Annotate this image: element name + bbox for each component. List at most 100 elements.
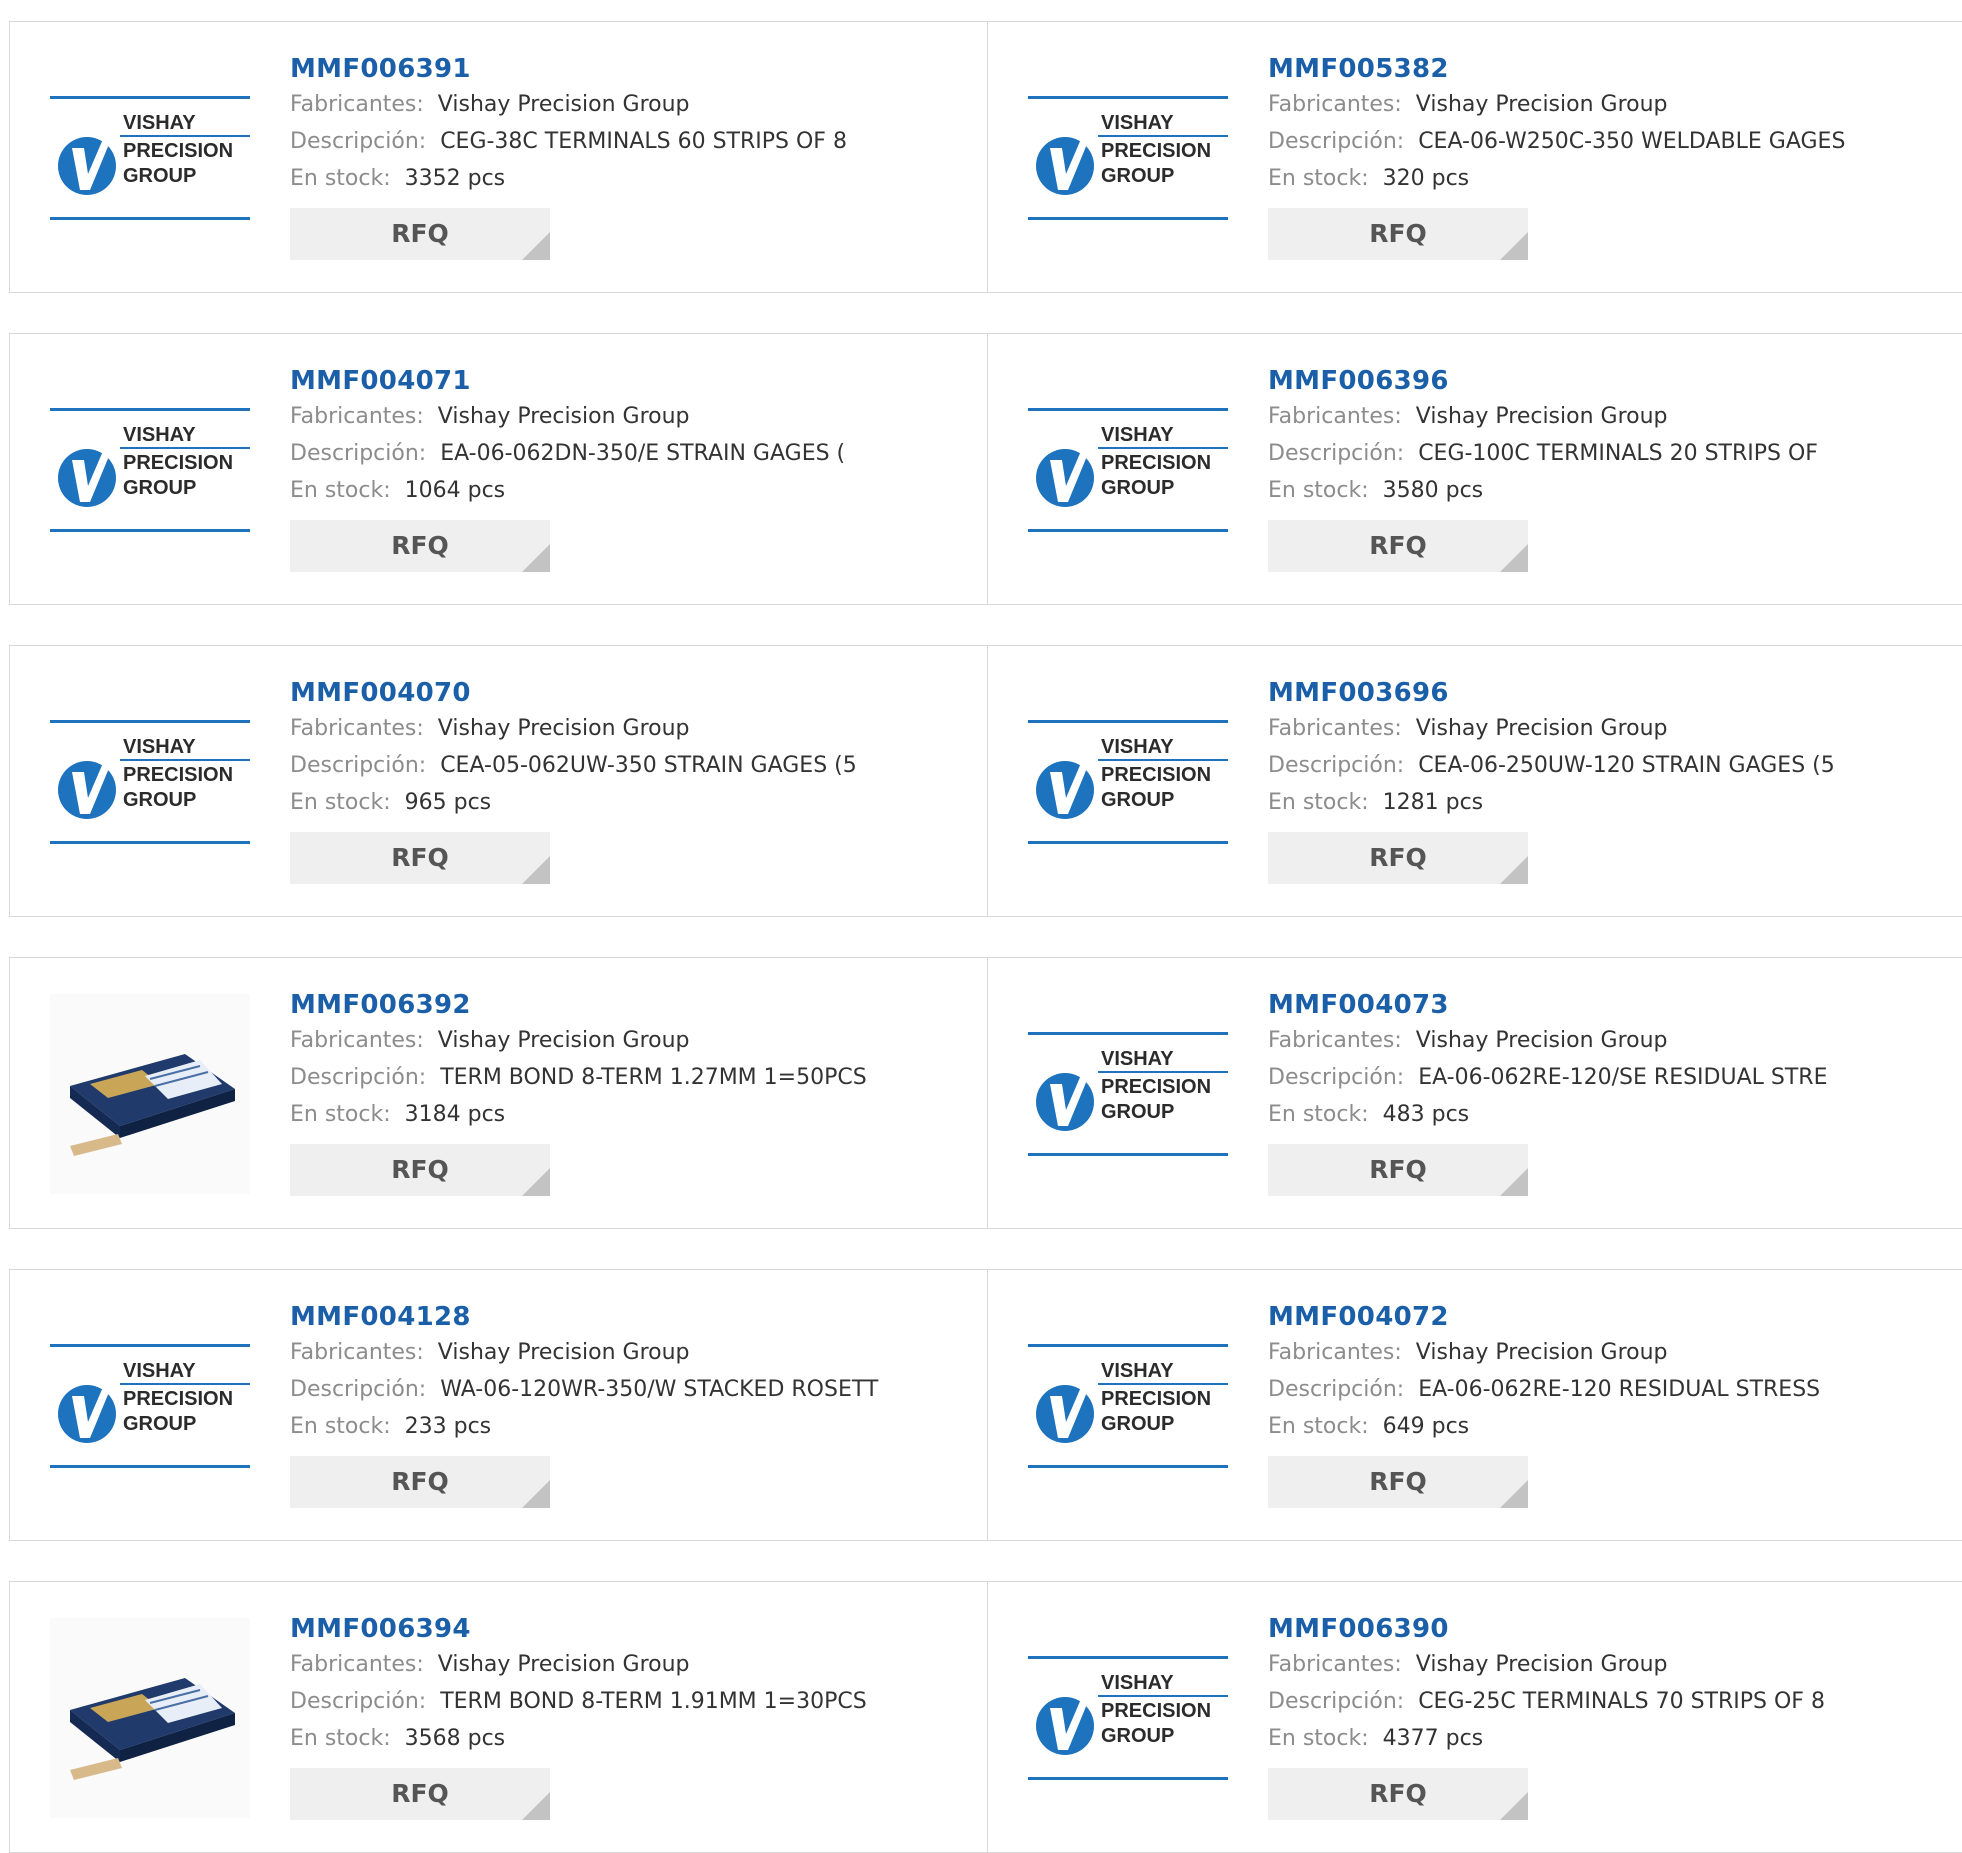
stock-line: En stock: 1281 pcs [1268,784,1938,821]
product-thumbnail[interactable]: VISHAY PRECISION GROUP [1028,370,1228,570]
stock-value: 1064 pcs [404,478,506,503]
rfq-button[interactable]: RFQ [1268,832,1528,884]
description-label: Descripción: [1268,1065,1405,1090]
svg-text:PRECISION: PRECISION [123,1388,233,1410]
rfq-button[interactable]: RFQ [1268,208,1528,260]
manufacturer-value: Vishay Precision Group [1415,1652,1668,1677]
description-value: EA-06-062RE-120 RESIDUAL STRESS [1418,1377,1821,1402]
description-value: WA-06-120WR-350/W STACKED ROSETT [440,1377,879,1402]
stock-value: 3580 pcs [1382,478,1484,503]
part-number-link[interactable]: MMF006394 [290,1612,960,1646]
rfq-button[interactable]: RFQ [290,1144,550,1196]
manufacturer-label: Fabricantes: [1268,404,1402,429]
description-line: Descripción: WA-06-120WR-350/W STACKED RO… [290,1371,960,1408]
product-thumbnail[interactable]: VISHAY PRECISION GROUP [1028,682,1228,882]
stock-label: En stock: [1268,1102,1369,1127]
svg-text:VISHAY: VISHAY [1101,1672,1174,1694]
part-number-link[interactable]: MMF005382 [1268,52,1938,86]
manufacturer-value: Vishay Precision Group [1415,716,1668,741]
rfq-button[interactable]: RFQ [290,832,550,884]
svg-text:GROUP: GROUP [1101,1413,1174,1435]
product-card: VISHAY PRECISION GROUP MMF004128 Fabrican… [10,1270,988,1540]
description-label: Descripción: [1268,1689,1405,1714]
description-label: Descripción: [290,753,427,778]
stock-value: 233 pcs [404,1414,492,1439]
manufacturer-value: Vishay Precision Group [1415,1340,1668,1365]
product-row: VISHAY PRECISION GROUP MMF004128 Fabrican… [9,1269,1962,1541]
stock-value: 1281 pcs [1382,790,1484,815]
rfq-button[interactable]: RFQ [290,1456,550,1508]
svg-text:PRECISION: PRECISION [1101,140,1211,162]
description-line: Descripción: CEG-38C TERMINALS 60 STRIPS … [290,123,960,160]
part-number-link[interactable]: MMF004071 [290,364,960,398]
rfq-button[interactable]: RFQ [290,1768,550,1820]
rfq-button[interactable]: RFQ [1268,1144,1528,1196]
description-line: Descripción: CEA-06-250UW-120 STRAIN GAGE… [1268,747,1938,784]
part-number-link[interactable]: MMF003696 [1268,676,1938,710]
product-thumbnail[interactable] [50,994,250,1194]
stock-line: En stock: 483 pcs [1268,1096,1938,1133]
description-line: Descripción: CEA-05-062UW-350 STRAIN GAGE… [290,747,960,784]
svg-text:PRECISION: PRECISION [1101,452,1211,474]
rfq-button[interactable]: RFQ [290,520,550,572]
product-thumbnail[interactable] [50,1618,250,1818]
part-number-link[interactable]: MMF004128 [290,1300,960,1334]
manufacturer-line: Fabricantes: Vishay Precision Group [290,710,960,747]
part-number-link[interactable]: MMF004072 [1268,1300,1938,1334]
part-number-link[interactable]: MMF006391 [290,52,960,86]
rfq-button[interactable]: RFQ [1268,1768,1528,1820]
rfq-button[interactable]: RFQ [1268,1456,1528,1508]
svg-text:PRECISION: PRECISION [1101,764,1211,786]
product-thumbnail[interactable]: VISHAY PRECISION GROUP [50,682,250,882]
part-number-link[interactable]: MMF004073 [1268,988,1938,1022]
description-label: Descripción: [290,1689,427,1714]
manufacturer-label: Fabricantes: [290,1340,424,1365]
description-label: Descripción: [290,1065,427,1090]
part-number-link[interactable]: MMF004070 [290,676,960,710]
description-line: Descripción: TERM BOND 8-TERM 1.27MM 1=50… [290,1059,960,1096]
stock-line: En stock: 649 pcs [1268,1408,1938,1445]
description-line: Descripción: EA-06-062RE-120 RESIDUAL STR… [1268,1371,1938,1408]
stock-label: En stock: [290,166,391,191]
description-value: CEG-38C TERMINALS 60 STRIPS OF 8 [440,129,847,154]
product-row: VISHAY PRECISION GROUP MMF004071 Fabrican… [9,333,1962,605]
manufacturer-label: Fabricantes: [290,1028,424,1053]
product-row: MMF006394 Fabricantes: Vishay Precision Gr… [9,1581,1962,1853]
product-thumbnail[interactable]: VISHAY PRECISION GROUP [1028,58,1228,258]
stock-label: En stock: [1268,1726,1369,1751]
svg-text:GROUP: GROUP [1101,1725,1174,1747]
product-thumbnail[interactable]: VISHAY PRECISION GROUP [1028,1306,1228,1506]
product-thumbnail[interactable]: VISHAY PRECISION GROUP [1028,994,1228,1194]
vpg-logo: VISHAY PRECISION GROUP [1028,1032,1228,1156]
product-thumbnail[interactable]: VISHAY PRECISION GROUP [50,1306,250,1506]
description-line: Descripción: EA-06-062DN-350/E STRAIN GAG… [290,435,960,472]
product-info: MMF006394 Fabricantes: Vishay Precision Gr… [290,1612,960,1820]
svg-text:PRECISION: PRECISION [123,452,233,474]
product-card: MMF006392 Fabricantes: Vishay Precision Gr… [10,958,988,1228]
stock-line: En stock: 965 pcs [290,784,960,821]
description-line: Descripción: EA-06-062RE-120/SE RESIDUAL … [1268,1059,1938,1096]
product-thumbnail[interactable]: VISHAY PRECISION GROUP [50,370,250,570]
svg-text:VISHAY: VISHAY [123,424,196,446]
part-number-link[interactable]: MMF006392 [290,988,960,1022]
svg-text:PRECISION: PRECISION [1101,1700,1211,1722]
part-number-link[interactable]: MMF006396 [1268,364,1938,398]
product-card: VISHAY PRECISION GROUP MMF006391 Fabrican… [10,22,988,292]
product-thumbnail[interactable]: VISHAY PRECISION GROUP [50,58,250,258]
rfq-button[interactable]: RFQ [290,208,550,260]
rfq-button[interactable]: RFQ [1268,520,1528,572]
product-info: MMF003696 Fabricantes: Vishay Precision Gr… [1268,676,1938,884]
product-card: VISHAY PRECISION GROUP MMF005382 Fabrican… [988,22,1962,292]
part-number-link[interactable]: MMF006390 [1268,1612,1938,1646]
manufacturer-value: Vishay Precision Group [437,404,690,429]
manufacturer-label: Fabricantes: [290,92,424,117]
svg-text:GROUP: GROUP [1101,1101,1174,1123]
description-label: Descripción: [1268,753,1405,778]
product-row: VISHAY PRECISION GROUP MMF004070 Fabrican… [9,645,1962,917]
description-value: TERM BOND 8-TERM 1.27MM 1=50PCS [440,1065,867,1090]
stock-label: En stock: [290,1726,391,1751]
svg-text:VISHAY: VISHAY [1101,424,1174,446]
product-thumbnail[interactable]: VISHAY PRECISION GROUP [1028,1618,1228,1818]
manufacturer-line: Fabricantes: Vishay Precision Group [290,86,960,123]
product-info: MMF004128 Fabricantes: Vishay Precision Gr… [290,1300,960,1508]
